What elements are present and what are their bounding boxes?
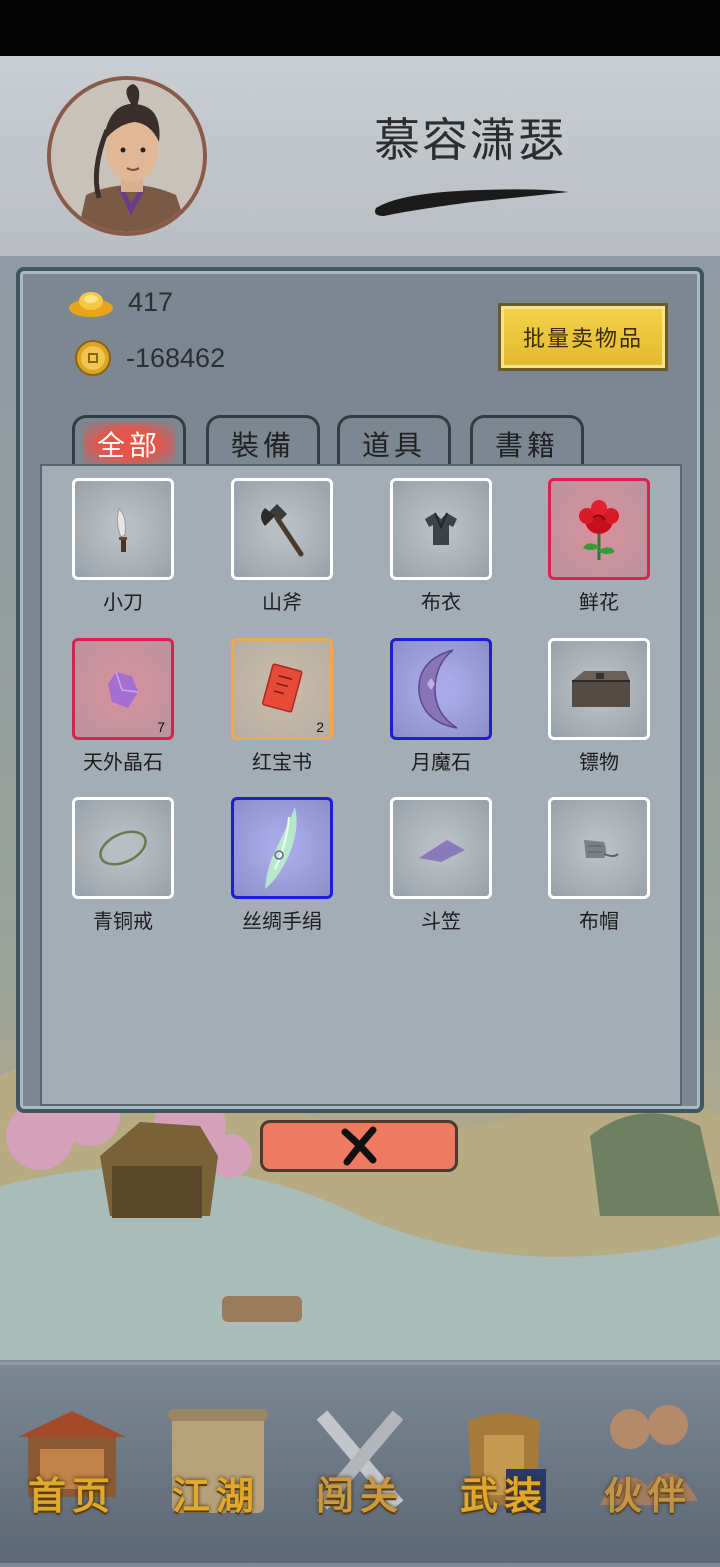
- item-frame: [390, 638, 492, 740]
- item-frame: 2: [231, 638, 333, 740]
- silk-handkerchief-icon: [265, 807, 297, 889]
- scroll-map-icon: [168, 1409, 268, 1513]
- item-slot[interactable]: 2 红宝书: [227, 638, 337, 775]
- companions-icon: [600, 1405, 698, 1505]
- status-bar: [0, 0, 720, 56]
- item-slot[interactable]: 小刀: [68, 478, 178, 615]
- item-grid: 小刀 山斧 布衣 鲜花 7 天外晶石 2 红宝书 月魔石 镖物 青铜戒 丝绸手绢…: [40, 464, 682, 1106]
- tab-props[interactable]: 道具: [337, 415, 451, 469]
- inventory-panel: 417 -168462 批量卖物品 全部 裝備 道具 書籍 小刀 山斧 布衣 鲜…: [16, 267, 704, 1113]
- coin-row: -168462: [74, 339, 225, 377]
- crystal-icon: [108, 671, 139, 708]
- chest-icon: [572, 671, 630, 707]
- item-count: 7: [157, 719, 165, 735]
- item-frame: [231, 797, 333, 899]
- bottom-navigation: 首页 江湖 闯关 武装 伙伴: [0, 1362, 720, 1563]
- item-slot[interactable]: 丝绸手绢: [227, 797, 337, 934]
- item-frame: [548, 478, 650, 580]
- player-name: 慕容潇瑟: [374, 113, 566, 167]
- gold-ingot-icon: [69, 291, 113, 317]
- item-count: 2: [316, 719, 324, 735]
- tab-all[interactable]: 全部: [72, 415, 186, 469]
- red-book-icon: [262, 663, 303, 713]
- player-header: 慕容潇瑟: [0, 56, 720, 256]
- close-button[interactable]: [260, 1120, 458, 1172]
- crescent-moon-icon: [418, 649, 458, 729]
- close-icon: [341, 1126, 377, 1166]
- gold-amount: 417: [128, 287, 174, 317]
- item-slot[interactable]: 月魔石: [386, 638, 496, 775]
- item-slot[interactable]: 斗笠: [386, 797, 496, 934]
- item-slot[interactable]: 镖物: [544, 638, 654, 775]
- item-frame: [72, 478, 174, 580]
- item-slot[interactable]: 布衣: [386, 478, 496, 615]
- player-avatar[interactable]: [47, 76, 207, 236]
- item-frame: [548, 797, 650, 899]
- bulk-sell-button[interactable]: 批量卖物品: [498, 303, 668, 371]
- nav-equipment[interactable]: 武装: [432, 1365, 576, 1563]
- item-slot[interactable]: 鲜花: [544, 478, 654, 615]
- item-frame: [231, 478, 333, 580]
- nav-companions[interactable]: 伙伴: [576, 1365, 720, 1563]
- ring-icon: [99, 830, 147, 866]
- nav-challenge[interactable]: 闯关: [288, 1365, 432, 1563]
- item-slot[interactable]: 山斧: [227, 478, 337, 615]
- axe-icon: [261, 504, 304, 557]
- armor-icon: [468, 1413, 546, 1513]
- item-frame: 7: [72, 638, 174, 740]
- coin-amount: -168462: [126, 342, 226, 373]
- pavilion-icon: [18, 1411, 126, 1497]
- cloth-shirt-icon: [425, 512, 457, 545]
- item-frame: [390, 797, 492, 899]
- tab-equipment[interactable]: 裝備: [206, 415, 320, 469]
- nav-home[interactable]: 首页: [0, 1365, 144, 1563]
- straw-hat-icon: [419, 840, 465, 862]
- rose-icon: [579, 500, 619, 560]
- gold-row: 417: [68, 287, 173, 318]
- item-slot[interactable]: 7 天外晶石: [68, 638, 178, 775]
- crossed-swords-icon: [316, 1410, 404, 1510]
- item-slot[interactable]: 布帽: [544, 797, 654, 934]
- brush-stroke-decoration: [375, 189, 568, 216]
- item-frame: [390, 478, 492, 580]
- tab-books[interactable]: 書籍: [470, 415, 584, 469]
- item-frame: [72, 797, 174, 899]
- knife-icon: [116, 508, 127, 552]
- nav-jianghu[interactable]: 江湖: [144, 1365, 288, 1563]
- cloth-cap-icon: [584, 840, 619, 858]
- item-slot[interactable]: 青铜戒: [68, 797, 178, 934]
- copper-coin-icon: [75, 340, 111, 376]
- item-frame: [548, 638, 650, 740]
